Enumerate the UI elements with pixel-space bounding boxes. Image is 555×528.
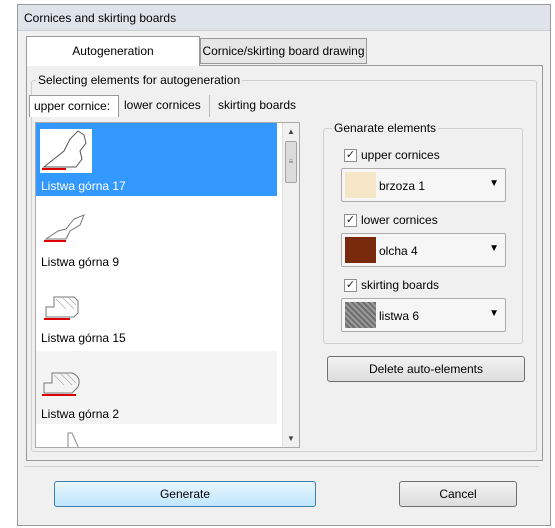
lower-cornices-material-select[interactable]: olcha 4 ▼: [341, 233, 506, 267]
title-bar[interactable]: Cornices and skirting boards: [18, 5, 550, 31]
list-item[interactable]: Listwa górna 9: [36, 199, 277, 272]
grip-icon: ≡: [288, 157, 294, 166]
tab-drawing[interactable]: Cornice/skirting board drawing: [200, 38, 367, 64]
list-item[interactable]: Listwa górna 2: [36, 351, 277, 424]
list-scrollbar[interactable]: ▲ ≡ ▼: [282, 123, 299, 447]
list-item-label: Listwa górna 15: [41, 331, 126, 345]
dropdown-arrow-icon: ▼: [489, 243, 499, 254]
cornice-profile-icon: [40, 431, 92, 447]
cornice-profile-icon: [40, 205, 92, 249]
subtab-upper-cornices[interactable]: upper cornice:: [29, 95, 119, 117]
cornice-profile-icon: [40, 357, 92, 401]
material-swatch: [345, 302, 376, 328]
cornice-profile-icon: [40, 129, 92, 173]
footer-separator: [24, 466, 539, 467]
cancel-button[interactable]: Cancel: [399, 481, 517, 507]
tab-autogeneration[interactable]: Autogeneration: [26, 36, 200, 66]
lower-cornices-checkbox-row[interactable]: ✓ lower cornices: [344, 212, 438, 228]
upper-cornices-label: upper cornices: [361, 148, 440, 162]
scroll-thumb[interactable]: ≡: [285, 141, 297, 183]
material-swatch: [345, 237, 376, 263]
subtab-lower-cornices[interactable]: lower cornices: [120, 95, 210, 117]
subtab-skirting-boards[interactable]: skirting boards: [214, 95, 304, 117]
list-item[interactable]: [36, 427, 277, 447]
delete-auto-elements-button[interactable]: Delete auto-elements: [327, 356, 525, 382]
skirting-boards-label: skirting boards: [361, 278, 440, 292]
skirting-boards-material-select[interactable]: listwa 6 ▼: [341, 298, 506, 332]
window-title: Cornices and skirting boards: [24, 11, 177, 25]
upper-cornices-checkbox[interactable]: ✓: [344, 148, 357, 162]
list-item-label: Listwa górna 2: [41, 407, 120, 421]
scroll-up-icon[interactable]: ▲: [283, 123, 299, 140]
list-item[interactable]: Listwa górna 17: [36, 123, 277, 196]
list-item-label: Listwa górna 9: [41, 255, 120, 269]
dropdown-arrow-icon: ▼: [489, 308, 499, 319]
generate-button[interactable]: Generate: [54, 481, 316, 507]
lower-material-value: olcha 4: [379, 244, 418, 258]
skirting-boards-checkbox[interactable]: ✓: [344, 278, 357, 292]
skirting-material-value: listwa 6: [379, 309, 420, 323]
list-item[interactable]: Listwa górna 15: [36, 275, 277, 348]
material-swatch: [345, 172, 376, 198]
list-item-label: Listwa górna 17: [41, 179, 126, 193]
upper-cornices-checkbox-row[interactable]: ✓ upper cornices: [344, 147, 440, 163]
selecting-elements-label: Selecting elements for autogeneration: [36, 73, 243, 87]
cornice-profile-icon: [40, 281, 92, 325]
cornice-list[interactable]: Listwa górna 17 Listwa górna 9 Listwa gó…: [35, 122, 300, 448]
lower-cornices-checkbox[interactable]: ✓: [344, 213, 357, 227]
scroll-down-icon[interactable]: ▼: [283, 430, 299, 447]
dropdown-arrow-icon: ▼: [489, 178, 499, 189]
upper-cornices-material-select[interactable]: brzoza 1 ▼: [341, 168, 506, 202]
lower-cornices-label: lower cornices: [361, 213, 438, 227]
upper-material-value: brzoza 1: [379, 179, 426, 193]
skirting-boards-checkbox-row[interactable]: ✓ skirting boards: [344, 277, 439, 293]
generate-elements-label: Genarate elements: [332, 121, 439, 135]
